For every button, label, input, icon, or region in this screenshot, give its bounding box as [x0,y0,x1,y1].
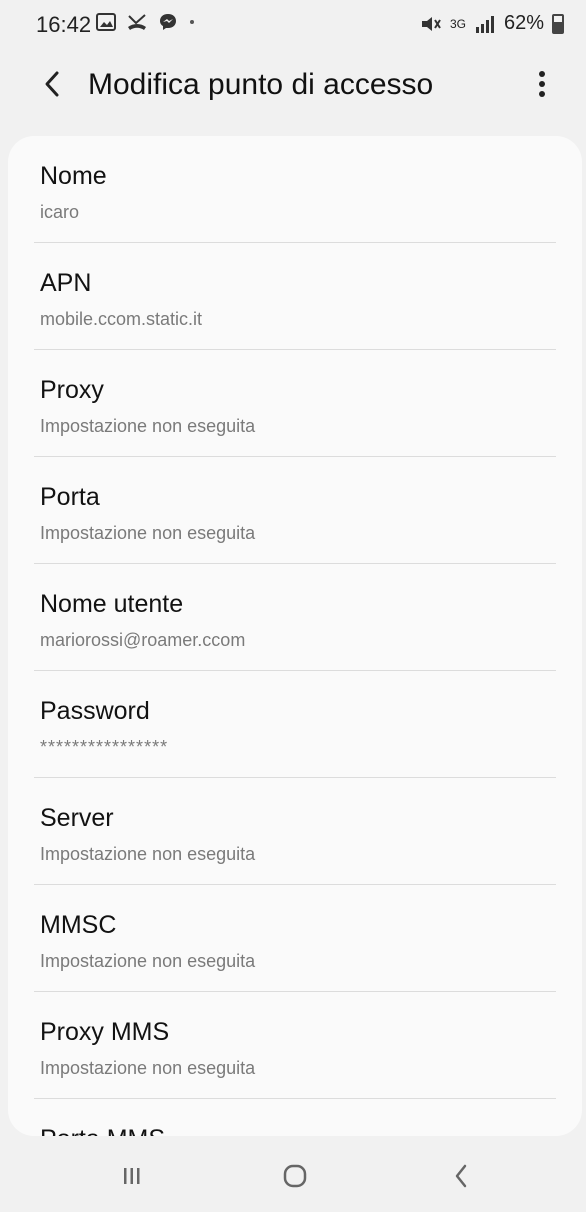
gallery-icon [96,13,116,31]
app-bar: Modifica punto di accesso [0,48,586,120]
status-left-icons [96,12,196,32]
status-right-area: 3G 62% [420,12,564,35]
status-bar: 16:42 3G 62% [0,0,586,48]
battery-icon [552,13,564,34]
field-label: Server [40,804,114,832]
field-label: Porta MMS [40,1125,165,1136]
signal-icon [475,15,494,33]
recent-apps-button[interactable] [104,1152,160,1200]
apn-field-password[interactable]: Password **************** [8,671,582,778]
field-value: Impostazione non eseguita [40,523,256,543]
recent-apps-icon [124,1168,140,1184]
page-title: Modifica punto di accesso [88,68,434,101]
apn-field-nome[interactable]: Nome icaro [8,136,582,243]
apn-field-mmsc[interactable]: MMSC Impostazione non eseguita [8,885,582,992]
field-value: Impostazione non eseguita [40,844,256,864]
field-label: Nome [40,162,107,190]
nav-back-button[interactable] [433,1152,489,1200]
missed-call-icon [128,14,146,30]
home-button[interactable] [267,1152,323,1200]
field-value: icaro [40,202,80,222]
field-label: MMSC [40,911,117,939]
field-value: mariorossi@roamer.ccom [40,630,246,650]
more-options-button[interactable] [522,64,562,104]
apn-field-porta-mms[interactable]: Porta MMS [8,1099,582,1136]
field-label: Porta [40,483,100,511]
field-label: APN [40,269,92,297]
chevron-left-icon [45,71,59,97]
dot-icon [190,20,194,24]
battery-percentage: 62% [503,12,544,34]
apn-field-proxy[interactable]: Proxy Impostazione non eseguita [8,350,582,457]
apn-field-server[interactable]: Server Impostazione non eseguita [8,778,582,885]
status-time: 16:42 [36,12,92,37]
home-icon [283,1164,307,1188]
back-icon [455,1164,467,1188]
field-value: Impostazione non eseguita [40,416,256,436]
back-button[interactable] [32,64,72,104]
apn-field-apn[interactable]: APN mobile.ccom.static.it [8,243,582,350]
field-value: **************** [40,737,169,757]
apn-settings-card: Nome icaro APN mobile.ccom.static.it Pro… [8,136,582,1136]
network-type-label: 3G [449,16,466,31]
field-label: Proxy [40,376,104,404]
field-value: Impostazione non eseguita [40,1058,256,1078]
messenger-icon [160,14,176,30]
field-label: Password [40,697,150,725]
field-value: mobile.ccom.static.it [40,309,203,329]
apn-field-porta[interactable]: Porta Impostazione non eseguita [8,457,582,564]
mute-icon [421,16,441,31]
field-value: Impostazione non eseguita [40,951,256,971]
field-label: Nome utente [40,590,184,618]
apn-field-proxy-mms[interactable]: Proxy MMS Impostazione non eseguita [8,992,582,1099]
field-label: Proxy MMS [40,1018,170,1046]
more-vertical-icon [539,71,545,97]
navigation-bar [0,1140,586,1212]
apn-field-nome-utente[interactable]: Nome utente mariorossi@roamer.ccom [8,564,582,671]
